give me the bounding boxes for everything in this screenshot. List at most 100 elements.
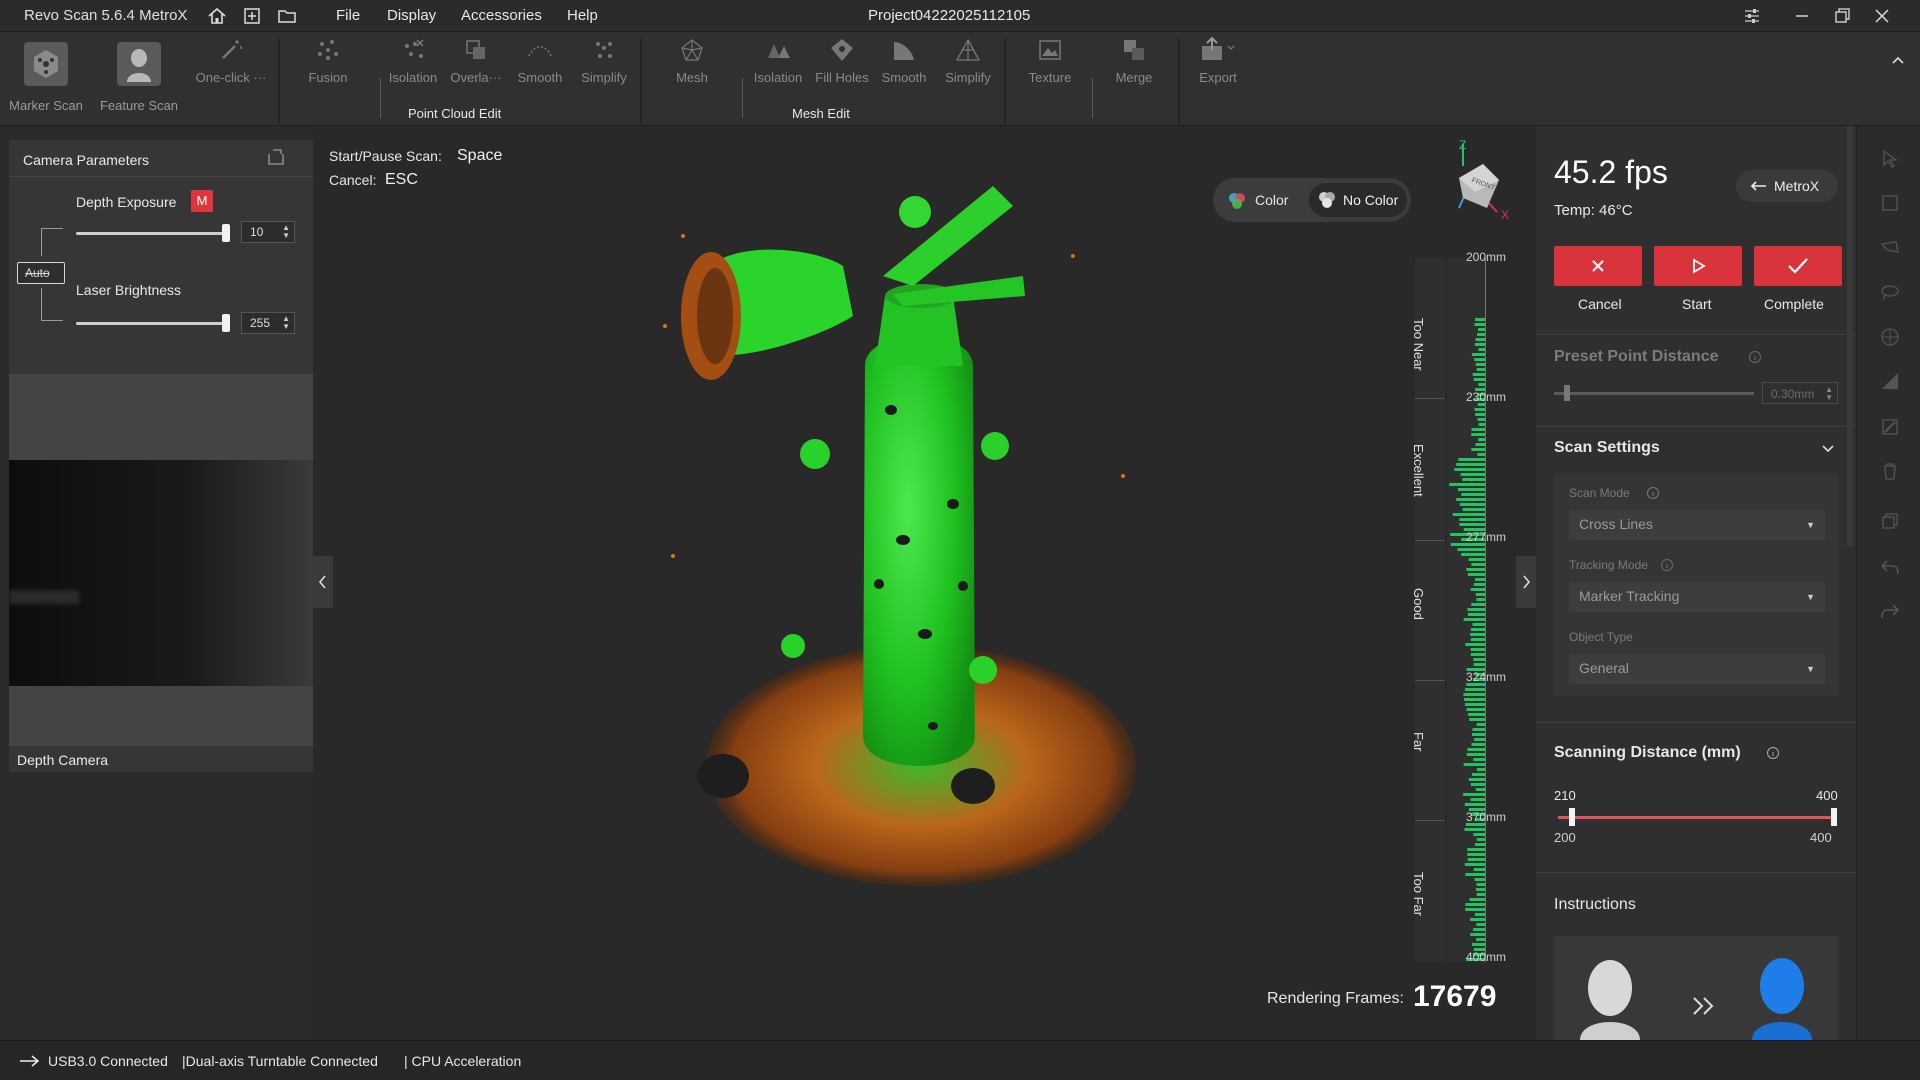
laser-brightness-slider-knob[interactable] bbox=[222, 314, 230, 332]
menu-file[interactable]: File bbox=[336, 7, 360, 24]
hint-pause-label: Start/Pause Scan: bbox=[329, 148, 442, 164]
no-color-option[interactable]: No Color bbox=[1309, 183, 1407, 217]
link-bracket bbox=[41, 228, 42, 256]
info-icon[interactable] bbox=[1660, 558, 1674, 572]
auto-toggle[interactable]: Auto bbox=[17, 262, 65, 284]
laser-brightness-spinbox[interactable]: 255 ▲ ▼ bbox=[241, 312, 295, 334]
preset-point-spinbox[interactable]: 0.30mm ▲ ▼ bbox=[1762, 382, 1838, 404]
divider bbox=[1536, 722, 1856, 723]
x-icon bbox=[1592, 260, 1604, 272]
manual-mode-badge[interactable]: M bbox=[191, 190, 213, 212]
m-simplify-label: Simplify bbox=[945, 70, 991, 85]
lasso-select-icon[interactable] bbox=[1879, 238, 1901, 260]
menu-display[interactable]: Display bbox=[387, 7, 436, 24]
plane-cut-icon[interactable] bbox=[1879, 370, 1901, 392]
pc-isolation-button[interactable]: Isolation bbox=[383, 36, 443, 98]
info-icon[interactable] bbox=[1748, 350, 1762, 364]
rectangle-select-icon[interactable] bbox=[1879, 192, 1901, 214]
chevron-down-icon[interactable] bbox=[1820, 442, 1836, 456]
complete-scan-button[interactable] bbox=[1754, 246, 1842, 286]
marker-scan-button[interactable]: Marker Scan bbox=[4, 36, 88, 113]
one-click-label: One-click ··· bbox=[195, 70, 267, 85]
color-option[interactable]: Color bbox=[1219, 183, 1309, 217]
3d-viewport[interactable]: Start/Pause Scan: Space Cancel: ESC Colo… bbox=[313, 126, 1536, 1040]
menu-help[interactable]: Help bbox=[567, 7, 598, 24]
export-button[interactable]: Export bbox=[1186, 36, 1250, 98]
pc-overlap-button[interactable]: Overla··· bbox=[446, 36, 506, 98]
feature-scan-icon bbox=[117, 42, 161, 86]
duplicate-icon[interactable] bbox=[1879, 510, 1901, 532]
depth-exposure-slider[interactable] bbox=[76, 232, 230, 235]
mesh-button[interactable]: Mesh bbox=[660, 36, 724, 98]
distance-low-knob[interactable] bbox=[1568, 808, 1575, 826]
delete-icon[interactable] bbox=[1879, 460, 1901, 482]
switch-device-icon bbox=[1750, 181, 1766, 191]
histogram-bar bbox=[1462, 508, 1485, 511]
laser-brightness-slider[interactable] bbox=[76, 322, 230, 325]
menu-accessories[interactable]: Accessories bbox=[461, 7, 542, 24]
cursor-select-icon[interactable] bbox=[1879, 148, 1901, 170]
spin-arrows-icon[interactable]: ▲ ▼ bbox=[1825, 386, 1833, 402]
orientation-gizmo[interactable]: FRONT Z X bbox=[1437, 138, 1517, 224]
m-isolation-label: Isolation bbox=[753, 70, 803, 85]
settings-sliders-icon[interactable] bbox=[1740, 4, 1764, 28]
start-scan-button[interactable] bbox=[1654, 246, 1742, 286]
zone-too-near: Too Near bbox=[1411, 318, 1426, 371]
depth-exposure-spinbox[interactable]: 10 ▲ ▼ bbox=[241, 221, 295, 243]
scanning-distance-range-slider[interactable] bbox=[1558, 816, 1834, 819]
select-connected-icon[interactable] bbox=[1879, 326, 1901, 348]
rail-scrollbar[interactable] bbox=[1847, 126, 1853, 546]
merge-button[interactable]: Merge bbox=[1102, 36, 1166, 98]
pc-smooth-button[interactable]: Smooth bbox=[510, 36, 570, 98]
pc-simplify-button[interactable]: Simplify bbox=[574, 36, 634, 98]
scan-mode-dropdown[interactable]: Cross Lines ▼ bbox=[1569, 510, 1825, 540]
fusion-button[interactable]: Fusion bbox=[296, 36, 360, 98]
m-simplify-button[interactable]: Simplify bbox=[936, 36, 1000, 98]
spin-arrows-icon[interactable]: ▲ ▼ bbox=[282, 224, 290, 240]
m-smooth-button[interactable]: Smooth bbox=[872, 36, 936, 98]
histogram-bar bbox=[1475, 888, 1485, 891]
tracking-mode-dropdown[interactable]: Marker Tracking ▼ bbox=[1569, 582, 1825, 612]
scanned-fire-extinguisher-model[interactable] bbox=[653, 176, 1213, 896]
info-icon[interactable] bbox=[1766, 746, 1780, 760]
preset-point-slider-knob[interactable] bbox=[1564, 385, 1570, 401]
close-icon[interactable] bbox=[1870, 4, 1894, 28]
redo-icon[interactable] bbox=[1879, 600, 1901, 622]
home-icon[interactable] bbox=[206, 5, 228, 27]
brush-select-icon[interactable] bbox=[1879, 282, 1901, 304]
collapse-left-panel-button[interactable] bbox=[313, 556, 333, 608]
histogram-bar bbox=[1456, 463, 1485, 466]
restore-icon[interactable] bbox=[1830, 4, 1854, 28]
fill-holes-button[interactable]: Fill Holes bbox=[810, 36, 874, 98]
depth-exposure-slider-knob[interactable] bbox=[222, 224, 230, 242]
smooth-icon bbox=[528, 46, 552, 57]
m-isolation-button[interactable]: Isolation bbox=[746, 36, 810, 98]
collapse-toolbar-icon[interactable] bbox=[1890, 52, 1906, 68]
histogram-bar bbox=[1452, 513, 1485, 516]
feature-scan-button[interactable]: Feature Scan bbox=[96, 36, 182, 113]
info-icon[interactable] bbox=[1646, 486, 1660, 500]
usb-status: USB3.0 Connected bbox=[48, 1053, 168, 1069]
preset-point-slider[interactable] bbox=[1554, 392, 1754, 395]
histogram-bar bbox=[1472, 943, 1485, 946]
one-click-button[interactable]: One-click ··· bbox=[188, 36, 274, 98]
distance-high-knob[interactable] bbox=[1831, 808, 1837, 826]
invert-selection-icon[interactable] bbox=[1879, 416, 1901, 438]
detach-panel-icon[interactable] bbox=[265, 146, 287, 168]
new-project-icon[interactable] bbox=[241, 5, 263, 27]
object-type-dropdown[interactable]: General ▼ bbox=[1569, 654, 1825, 684]
toolbar-separator bbox=[1004, 38, 1006, 124]
device-switch-button[interactable]: MetroX bbox=[1736, 170, 1838, 202]
valve-knob bbox=[899, 196, 931, 228]
minimize-icon[interactable] bbox=[1790, 4, 1814, 28]
undo-icon[interactable] bbox=[1879, 556, 1901, 578]
histogram-bar bbox=[1476, 723, 1485, 726]
open-folder-icon[interactable] bbox=[276, 5, 298, 27]
spin-arrows-icon[interactable]: ▲ ▼ bbox=[282, 315, 290, 331]
cancel-scan-button[interactable] bbox=[1554, 246, 1642, 286]
collapse-right-panel-button[interactable] bbox=[1516, 556, 1536, 608]
temperature-readout: Temp: 46°C bbox=[1554, 202, 1633, 219]
texture-button[interactable]: Texture bbox=[1018, 36, 1082, 98]
instructions-illustration bbox=[1554, 936, 1838, 1040]
horn-inside bbox=[697, 268, 733, 364]
